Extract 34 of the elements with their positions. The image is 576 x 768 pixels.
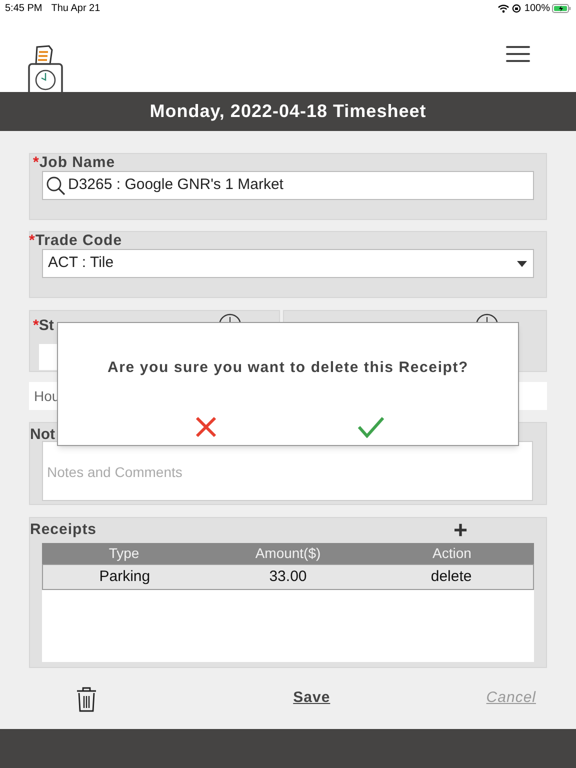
battery-percent: 100% [524, 2, 550, 16]
required-mark: * [33, 317, 39, 334]
cancel-x-icon[interactable] [195, 416, 217, 438]
wifi-icon [498, 4, 510, 12]
dialog-message: Are you sure you want to delete this Receipt? [106, 358, 470, 378]
dropdown-caret-icon [517, 260, 527, 266]
required-mark: * [29, 232, 36, 249]
menu-icon[interactable] [506, 45, 530, 63]
save-button[interactable]: Save [293, 687, 330, 710]
battery-icon [552, 4, 571, 12]
trash-icon[interactable] [76, 686, 97, 712]
table-cell-text: 33.00 [268, 566, 308, 587]
column-header: Action [432, 544, 472, 563]
column-header: Type [108, 544, 140, 563]
trade-code-dropdown[interactable]: ACT : Tile [42, 249, 534, 278]
orientation-lock-icon [512, 4, 522, 12]
table-cell-text: Parking [98, 566, 152, 587]
delete-link[interactable]: delete [370, 566, 533, 588]
job-name-field[interactable]: D3265 : Google GNR's 1 Market [42, 171, 534, 200]
confirm-check-icon[interactable] [357, 416, 385, 438]
status-date: Thu Apr 21 [51, 2, 100, 16]
field-label: *St [33, 318, 54, 334]
field-label: *Job Name [33, 155, 116, 171]
status-time: 5:45 PM [5, 2, 42, 16]
notes-field[interactable]: Notes and Comments [42, 441, 533, 501]
required-mark: * [33, 154, 40, 171]
search-icon [46, 176, 66, 196]
field-label: *Trade Code [29, 233, 124, 249]
field-label: Not [30, 426, 55, 443]
field-value: D3265 : Google GNR's 1 Market [68, 175, 284, 196]
add-receipt-button[interactable]: + [454, 520, 468, 540]
title-bar: Monday, 2022-04-18 Timesheet [0, 92, 576, 131]
receipts-label: Receipts [30, 520, 97, 540]
column-header: Amount($) [254, 544, 322, 563]
